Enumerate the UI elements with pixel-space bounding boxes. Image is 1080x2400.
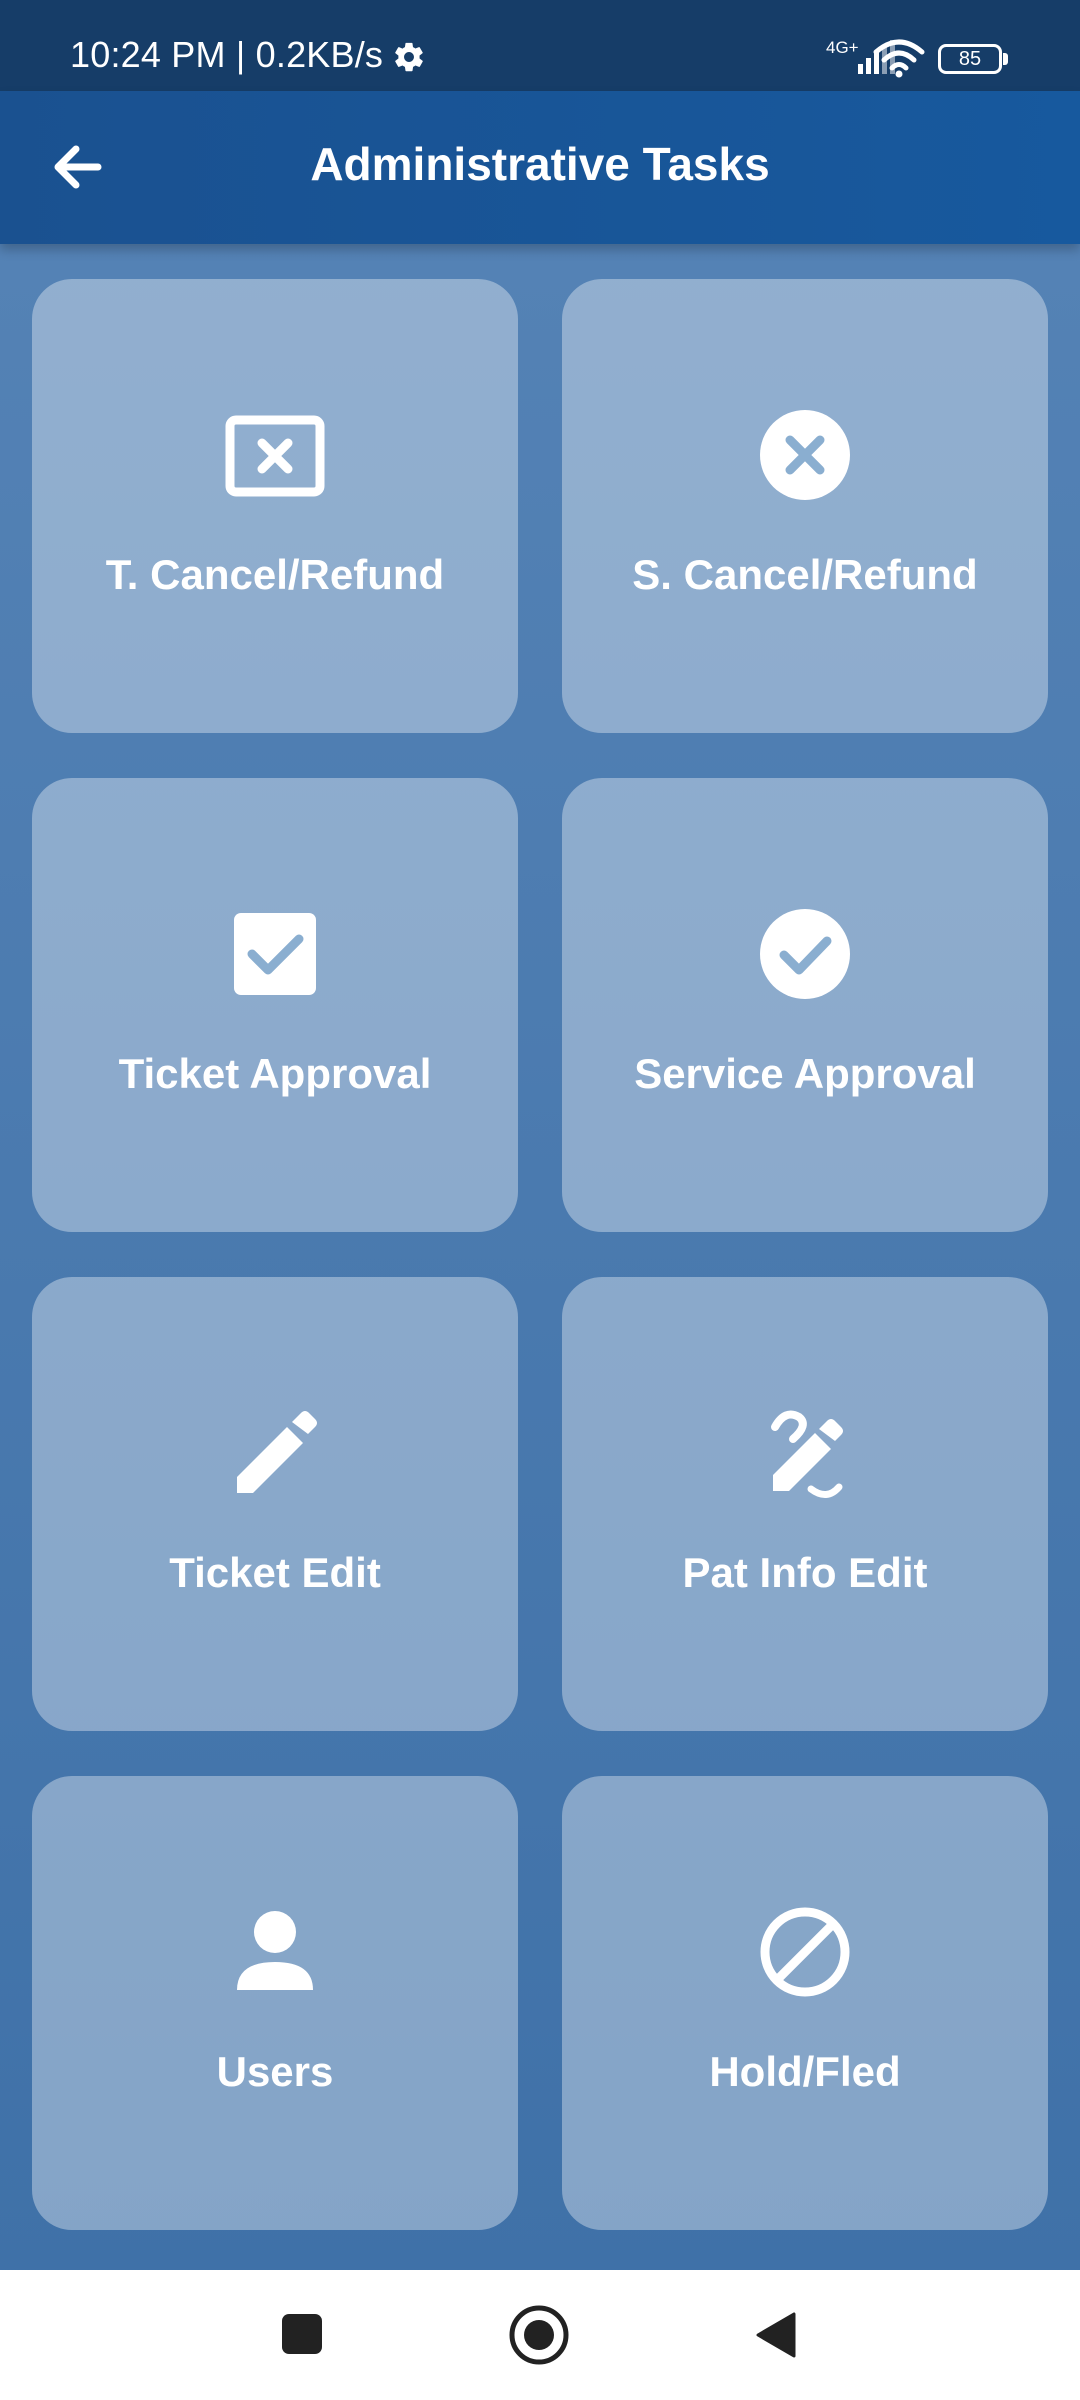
tile-label: Ticket Edit	[169, 1549, 381, 1596]
tile-label: T. Cancel/Refund	[105, 551, 445, 598]
signature-pen-icon	[771, 1410, 843, 1498]
recents-square-icon[interactable]	[282, 2314, 322, 2354]
back-triangle-icon[interactable]	[752, 2310, 802, 2360]
prohibited-icon	[760, 1907, 850, 1997]
status-time-speed: 10:24 PM | 0.2KB/s	[70, 34, 384, 75]
battery-nub	[1003, 53, 1008, 65]
square-x-icon	[225, 415, 325, 497]
page-title: Administrative Tasks	[310, 138, 770, 190]
circle-x-icon	[760, 410, 850, 500]
tile-service-approval[interactable]: Service Approval	[562, 778, 1048, 1232]
user-icon	[237, 1911, 313, 1990]
tile-label: Pat Info Edit	[682, 1549, 928, 1596]
tile-service-cancel-refund[interactable]: S. Cancel/Refund	[562, 279, 1048, 733]
tile-label: Service Approval	[634, 1050, 976, 1097]
tile-grid: T. Cancel/Refund S. Cancel/Refund Ticket…	[0, 244, 1080, 2270]
battery-indicator: 85	[938, 44, 1002, 74]
tile-label: Ticket Approval	[118, 1050, 432, 1097]
tile-pat-info-edit[interactable]: Pat Info Edit	[562, 1277, 1048, 1731]
tile-hold-fled[interactable]: Hold/Fled	[562, 1776, 1048, 2230]
tile-ticket-approval[interactable]: Ticket Approval	[32, 778, 518, 1232]
system-nav-bar	[0, 2270, 1080, 2400]
app-bar: Administrative Tasks	[0, 91, 1080, 244]
tile-label: Users	[216, 2048, 334, 2095]
tile-label: S. Cancel/Refund	[632, 551, 978, 598]
checkbox-checked-icon	[234, 913, 316, 995]
tile-users[interactable]: Users	[32, 1776, 518, 2230]
circle-check-icon	[760, 909, 850, 999]
pencil-icon	[237, 1411, 317, 1493]
tile-ticket-cancel-refund[interactable]: T. Cancel/Refund	[32, 279, 518, 733]
tile-label: Hold/Fled	[709, 2048, 901, 2095]
status-bar: 10:24 PM | 0.2KB/s 4G+ 85	[0, 0, 1080, 91]
home-circle-icon[interactable]	[508, 2304, 570, 2366]
tile-ticket-edit[interactable]: Ticket Edit	[32, 1277, 518, 1731]
gear-icon	[395, 42, 423, 72]
wifi-icon	[873, 39, 925, 78]
